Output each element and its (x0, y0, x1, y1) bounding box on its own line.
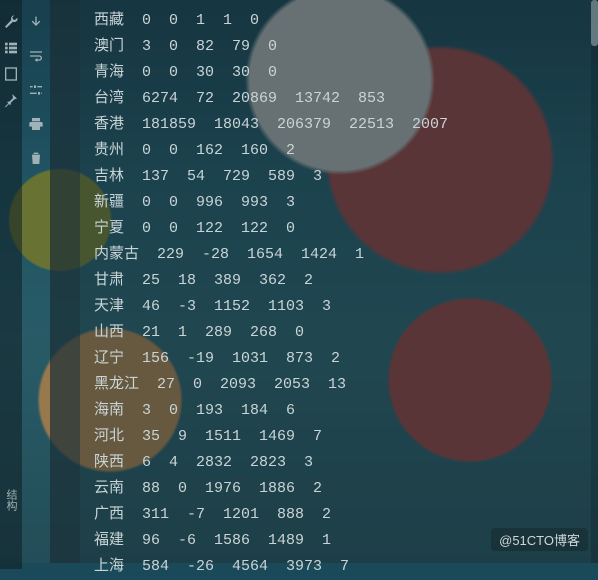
data-row: 辽宁 156 -19 1031 873 2 (94, 346, 598, 372)
data-row: 青海 0 0 30 30 0 (94, 60, 598, 86)
output-pane: 西藏 0 0 1 1 0澳门 3 0 82 79 0青海 0 0 30 30 0… (80, 0, 598, 563)
arrow-down-icon[interactable] (26, 12, 46, 32)
data-row: 天津 46 -3 1152 1103 3 (94, 294, 598, 320)
data-row: 西藏 0 0 1 1 0 (94, 8, 598, 34)
data-row: 黑龙江 27 0 2093 2053 13 (94, 372, 598, 398)
data-row: 贵州 0 0 162 160 2 (94, 138, 598, 164)
structure-sidebar-tab[interactable]: 结构 收藏 (0, 487, 22, 513)
data-row: 台湾 6274 72 20869 13742 853 (94, 86, 598, 112)
data-row: 上海 584 -26 4564 3973 7 (94, 554, 598, 580)
data-row: 吉林 137 54 729 589 3 (94, 164, 598, 190)
data-row: 香港 181859 18043 206379 22513 2007 (94, 112, 598, 138)
wrap-lines-icon[interactable] (26, 46, 46, 66)
trash-icon[interactable] (26, 148, 46, 168)
data-row: 澳门 3 0 82 79 0 (94, 34, 598, 60)
pin-icon[interactable] (1, 90, 21, 110)
list-icon[interactable] (1, 38, 21, 58)
data-row: 甘肃 25 18 389 362 2 (94, 268, 598, 294)
structure-tab-label: 结构 (2, 489, 18, 511)
scrollbar-thumb[interactable] (591, 0, 598, 46)
watermark-badge: @51CTO博客 (491, 528, 588, 551)
page-icon[interactable] (1, 64, 21, 84)
settings-sliders-icon[interactable] (26, 80, 46, 100)
data-row: 宁夏 0 0 122 122 0 (94, 216, 598, 242)
data-row: 新疆 0 0 996 993 3 (94, 190, 598, 216)
data-row: 内蒙古 229 -28 1654 1424 1 (94, 242, 598, 268)
data-row: 河北 35 9 1511 1469 7 (94, 424, 598, 450)
data-row: 广西 311 -7 1201 888 2 (94, 502, 598, 528)
data-row: 山西 21 1 289 268 0 (94, 320, 598, 346)
wrench-icon[interactable] (1, 12, 21, 32)
data-row: 陕西 6 4 2832 2823 3 (94, 450, 598, 476)
second-toolbar (22, 0, 50, 569)
print-icon[interactable] (26, 114, 46, 134)
editor-gutter (50, 0, 80, 563)
data-row: 海南 3 0 193 184 6 (94, 398, 598, 424)
scrollbar-track[interactable] (591, 0, 598, 563)
far-left-toolbar (0, 0, 22, 569)
data-row: 云南 88 0 1976 1886 2 (94, 476, 598, 502)
